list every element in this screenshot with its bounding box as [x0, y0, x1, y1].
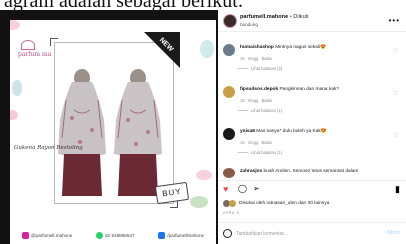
comments-panel: parfumell.mahone • Diikuti bandung ••• h… — [218, 10, 406, 244]
model-figure-right — [114, 69, 162, 196]
heart-filled-icon[interactable]: ♥ — [223, 184, 228, 194]
comment-text: zahrasjns buah Amilen. Semoez tetus sema… — [240, 169, 390, 175]
post-comment-button[interactable]: Kirim — [387, 230, 400, 236]
comment-body: Mintnya nagus sekali😍 — [275, 45, 326, 50]
more-horizontal-icon[interactable]: ••• — [389, 16, 400, 25]
comment-meta: 16 mngg Balas — [240, 56, 272, 61]
comment-meta: 16 mngg Balas — [240, 140, 272, 145]
follow-status-button[interactable]: Diikuti — [293, 14, 308, 20]
comment-username[interactable]: fipsudsos.depok — [240, 87, 278, 92]
bookmark-icon[interactable]: ▮ — [395, 184, 400, 194]
post-header: parfumell.mahone • Diikuti bandung ••• — [218, 10, 406, 32]
view-replies-button[interactable]: Lihat balasan (1) — [251, 108, 282, 113]
contact-whatsapp: 82 819888547 — [96, 231, 135, 239]
comment-time: 16 mngg — [240, 56, 259, 61]
comment-time: 16 mngg — [240, 98, 259, 103]
comment-text: fipsudsos.depok Pangkinnan dan mana kak? — [240, 87, 390, 93]
facebook-icon — [158, 231, 166, 239]
reply-button[interactable]: Balas — [261, 140, 271, 145]
comment-username[interactable]: ynisa8 — [240, 129, 255, 134]
contact-facebook-text: /parfumellmahone — [167, 232, 205, 238]
view-replies-button[interactable]: Lihat balasan (1) — [251, 150, 282, 155]
comment-username[interactable]: zahrasjns — [240, 169, 262, 174]
contact-facebook: /parfumellmahone — [158, 231, 205, 239]
comment-avatar[interactable] — [223, 168, 235, 178]
comment-like-icon[interactable]: ♡ — [393, 48, 398, 55]
instagram-icon — [21, 231, 29, 239]
comment-avatar[interactable] — [223, 128, 235, 140]
liker-avatar — [229, 200, 236, 207]
comment-body: Pangkinnan dan mana kak? — [279, 87, 339, 92]
whatsapp-icon — [96, 231, 104, 239]
comment-body: Mas sanya* dulu boleh ya Kak😍 — [256, 129, 327, 134]
post-actions-bar: ♥ ◯ ➢ ▮ — [218, 180, 406, 196]
comment-input[interactable] — [236, 228, 376, 240]
contact-bar: @parfumell.mahone 82 819888547 /parfumel… — [10, 226, 216, 244]
author-username[interactable]: parfumell.mahone — [240, 14, 288, 20]
author-line: parfumell.mahone • Diikuti — [240, 14, 309, 20]
comment-text: ynisa8 Mas sanya* dulu boleh ya Kak😍 — [240, 129, 390, 135]
post-date: APRIL 5 — [223, 211, 240, 215]
reply-button[interactable]: Balas — [261, 98, 271, 103]
comment-avatar[interactable] — [223, 44, 235, 56]
comment-meta: 16 mngg Balas — [240, 98, 272, 103]
comment-username[interactable]: humaishashop — [240, 45, 274, 50]
comment-avatar[interactable] — [223, 86, 235, 98]
instagram-post-screenshot: agram adalah sebagai berikut: parfum ma — [0, 0, 406, 244]
comment-body: buah Amilen. Semoez tetus semansat dalam — [263, 169, 359, 174]
post-media-frame: parfum ma NEW Gukena Rayon Restoling BUY… — [0, 10, 218, 244]
emoji-icon[interactable] — [223, 229, 232, 238]
view-replies-button[interactable]: Lihat balasan (2) — [251, 66, 282, 71]
share-icon[interactable]: ➢ — [253, 184, 260, 194]
contact-instagram-text: @parfumell.mahone — [30, 232, 73, 238]
contact-whatsapp-text: 82 819888547 — [105, 232, 135, 238]
comment-time: 16 mngg — [240, 140, 259, 145]
add-comment-bar: Kirim — [218, 222, 406, 244]
post-location[interactable]: bandung — [240, 22, 258, 27]
likes-text: Disukai oleh ratnasari_ulen dan 30 lainn… — [239, 201, 330, 206]
post-image[interactable]: parfum ma NEW Gukena Rayon Restoling BUY… — [10, 20, 216, 244]
comment-text: humaishashop Mintnya nagus sekali😍 — [240, 45, 390, 51]
contact-instagram: @parfumell.mahone — [21, 231, 73, 239]
header-separator: • — [289, 14, 292, 20]
product-models-image — [58, 69, 162, 196]
reply-button[interactable]: Balas — [261, 56, 271, 61]
author-avatar[interactable] — [223, 14, 237, 28]
comment-like-icon[interactable]: ♡ — [393, 90, 398, 97]
model-figure-left — [58, 69, 106, 196]
new-badge: NEW — [144, 32, 180, 68]
liked-by-line[interactable]: Disukai oleh ratnasari_ulen dan 30 lainn… — [223, 200, 329, 207]
comment-icon[interactable]: ◯ — [238, 184, 247, 194]
comment-like-icon[interactable]: ♡ — [393, 132, 398, 139]
product-model-label: Gukena Rayon Restoling — [14, 145, 83, 151]
